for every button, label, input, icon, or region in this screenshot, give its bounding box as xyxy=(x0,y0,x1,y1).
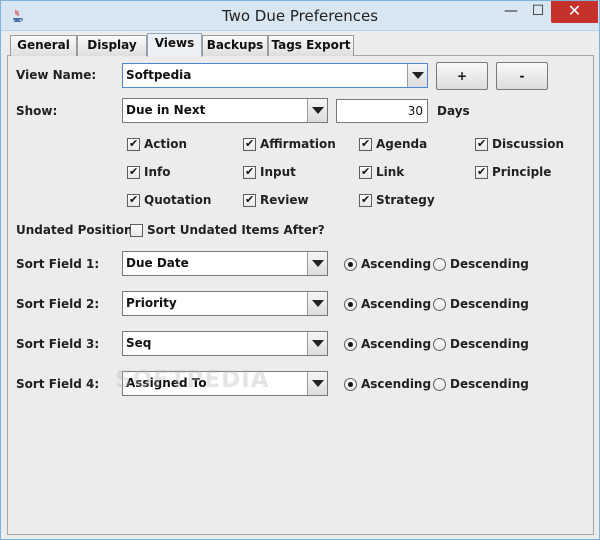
radio-icon[interactable] xyxy=(433,378,446,391)
sort-field-3-combo[interactable]: Seq xyxy=(122,331,328,356)
check-icon[interactable] xyxy=(359,165,372,179)
sort-field-2-value: Priority xyxy=(126,296,177,310)
sort-field-1-label: Sort Field 1: xyxy=(16,257,100,271)
show-label: Show: xyxy=(16,104,58,118)
chevron-down-icon[interactable] xyxy=(307,332,327,355)
view-name-value[interactable]: Softpedia xyxy=(126,68,191,82)
radio-selected-icon[interactable] xyxy=(344,298,357,311)
view-name-label: View Name: xyxy=(16,68,97,82)
check-icon[interactable] xyxy=(127,165,140,179)
checkbox-label: Quotation xyxy=(144,193,212,207)
sort-field-3-value: Seq xyxy=(126,336,152,350)
sort-field-1-value: Due Date xyxy=(126,256,189,270)
tab-backups[interactable]: Backups xyxy=(202,35,268,56)
check-icon[interactable] xyxy=(127,137,140,151)
checkbox-label: Principle xyxy=(492,165,552,179)
undated-position-label: Undated Position: xyxy=(16,223,138,237)
radio-icon[interactable] xyxy=(433,298,446,311)
checkbox-label: Review xyxy=(260,193,309,207)
chevron-down-icon[interactable] xyxy=(307,372,327,395)
chevron-down-icon[interactable] xyxy=(307,292,327,315)
sort-field-1-combo[interactable]: Due Date xyxy=(122,251,328,276)
show-combo[interactable]: Due in Next xyxy=(122,98,328,123)
checkbox-label: Agenda xyxy=(376,137,428,151)
radio-label: Descending xyxy=(450,377,529,391)
radio-label: Descending xyxy=(450,337,529,351)
preferences-window: Two Due Preferences — ☐ ✕ General Displa… xyxy=(0,0,600,540)
sort-field-2-combo[interactable]: Priority xyxy=(122,291,328,316)
view-name-combo[interactable]: Softpedia xyxy=(122,63,428,88)
radio-icon[interactable] xyxy=(433,258,446,271)
checkbox-label: Strategy xyxy=(376,193,435,207)
radio-label: Ascending xyxy=(361,297,432,311)
radio-label: Ascending xyxy=(361,377,432,391)
check-icon[interactable] xyxy=(243,165,256,179)
show-value: Due in Next xyxy=(126,103,206,117)
radio-selected-icon[interactable] xyxy=(344,258,357,271)
check-icon[interactable] xyxy=(127,193,140,207)
chevron-down-icon[interactable] xyxy=(407,64,427,87)
softpedia-watermark: SOFTPEDIA xyxy=(115,367,270,393)
remove-view-button[interactable]: - xyxy=(496,62,548,90)
minimize-button[interactable]: — xyxy=(497,1,525,23)
maximize-button[interactable]: ☐ xyxy=(525,1,551,23)
checkbox-label: Link xyxy=(376,165,405,179)
radio-selected-icon[interactable] xyxy=(344,378,357,391)
check-icon[interactable] xyxy=(475,137,488,151)
check-icon[interactable] xyxy=(243,137,256,151)
radio-icon[interactable] xyxy=(433,338,446,351)
chevron-down-icon[interactable] xyxy=(307,252,327,275)
check-icon[interactable] xyxy=(243,193,256,207)
days-label: Days xyxy=(437,104,470,118)
check-icon[interactable] xyxy=(359,193,372,207)
checkbox-icon[interactable] xyxy=(130,224,143,237)
sort-field-3-label: Sort Field 3: xyxy=(16,337,100,351)
checkbox-label: Affirmation xyxy=(260,137,336,151)
tab-display[interactable]: Display xyxy=(77,35,147,56)
sort-field-4-label: Sort Field 4: xyxy=(16,377,100,391)
radio-selected-icon[interactable] xyxy=(344,338,357,351)
radio-label: Ascending xyxy=(361,257,432,271)
days-input[interactable]: 30 xyxy=(336,99,428,123)
check-icon[interactable] xyxy=(359,137,372,151)
radio-label: Descending xyxy=(450,297,529,311)
add-view-button[interactable]: + xyxy=(436,62,488,90)
check-icon[interactable] xyxy=(475,165,488,179)
checkbox-label: Info xyxy=(144,165,171,179)
tab-general[interactable]: General xyxy=(10,35,77,56)
sort-field-2-label: Sort Field 2: xyxy=(16,297,100,311)
checkbox-label: Input xyxy=(260,165,296,179)
checkbox-label: Action xyxy=(144,137,188,151)
chevron-down-icon[interactable] xyxy=(307,99,327,122)
checkbox-label: Discussion xyxy=(492,137,565,151)
close-button[interactable]: ✕ xyxy=(551,1,598,23)
tab-views[interactable]: Views xyxy=(147,33,202,57)
title-bar[interactable]: Two Due Preferences — ☐ ✕ xyxy=(1,1,599,31)
tab-tags-export[interactable]: Tags Export xyxy=(268,35,354,56)
checkbox-label: Sort Undated Items After? xyxy=(147,223,325,237)
days-value: 30 xyxy=(407,104,423,118)
radio-label: Descending xyxy=(450,257,529,271)
radio-label: Ascending xyxy=(361,337,432,351)
